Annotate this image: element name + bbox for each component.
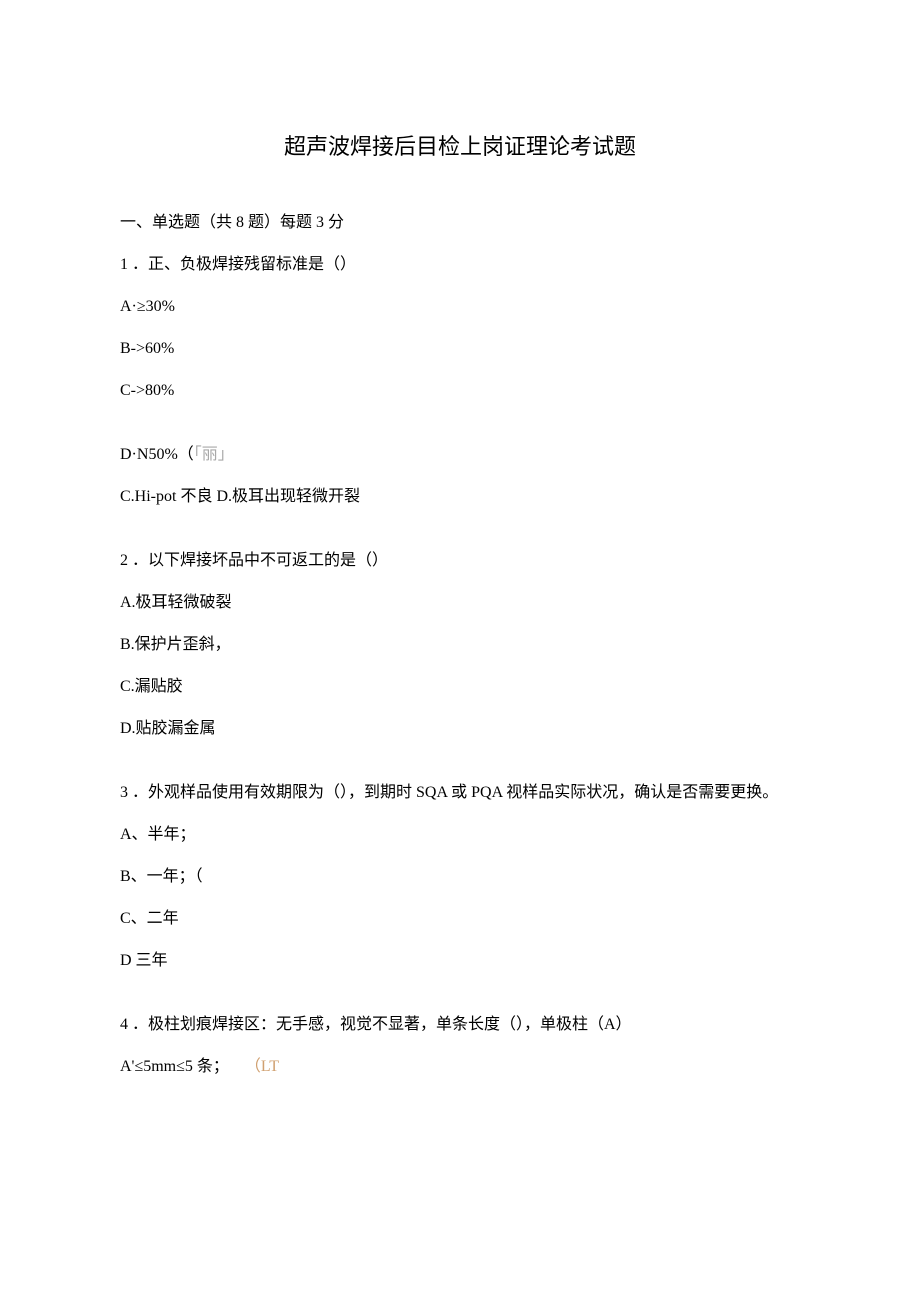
q1-option-d-prefix: D·N50%（ (120, 446, 194, 463)
section-heading: 一、单选题（共 8 题）每题 3 分 (120, 211, 800, 235)
q3-option-c: C、二年 (120, 907, 800, 931)
q4-option-a: A'≤5mm≤5 条； （LT (120, 1055, 800, 1079)
q3-option-b: B、一年；（ (120, 865, 800, 889)
q2-option-d: D.贴胶漏金属 (120, 717, 800, 741)
q3-option-a: A、半年； (120, 823, 800, 847)
q1-stem: 1 ．正、负极焊接残留标准是（） (120, 253, 800, 277)
q2-option-a: A.极耳轻微破裂 (120, 591, 800, 615)
q2-stem: 2 ．以下焊接坏品中不可返工的是（） (120, 549, 800, 573)
q4-option-a-prefix: A'≤5mm≤5 条； (120, 1058, 229, 1075)
q1-option-b: B->60% (120, 337, 800, 361)
q3-option-d: D 三年 (120, 949, 800, 973)
q1-extra-line: C.Hi-pot 不良 D.极耳出现轻微开裂 (120, 485, 800, 509)
q1-option-d-bracket: 「丽」 (194, 446, 234, 463)
q2-option-c: C.漏贴胶 (120, 675, 800, 699)
q4-stem: 4 ．极柱划痕焊接区：无手感，视觉不显著，单条长度（），单极柱（A） (120, 1013, 800, 1037)
q3-stem: 3 ．外观样品使用有效期限为（），到期时 SQA 或 PQA 视样品实际状况，确… (120, 781, 800, 805)
q1-option-d: D·N50%（「丽」 (120, 443, 800, 467)
q1-option-c: C->80% (120, 379, 800, 403)
page-title: 超声波焊接后目检上岗证理论考试题 (120, 130, 800, 163)
q1-option-a: A·≥30% (120, 295, 800, 319)
q2-option-b: B.保护片歪斜， (120, 633, 800, 657)
page: 超声波焊接后目检上岗证理论考试题 一、单选题（共 8 题）每题 3 分 1 ．正… (0, 0, 920, 1177)
q4-option-a-suffix: （LT (245, 1058, 279, 1075)
